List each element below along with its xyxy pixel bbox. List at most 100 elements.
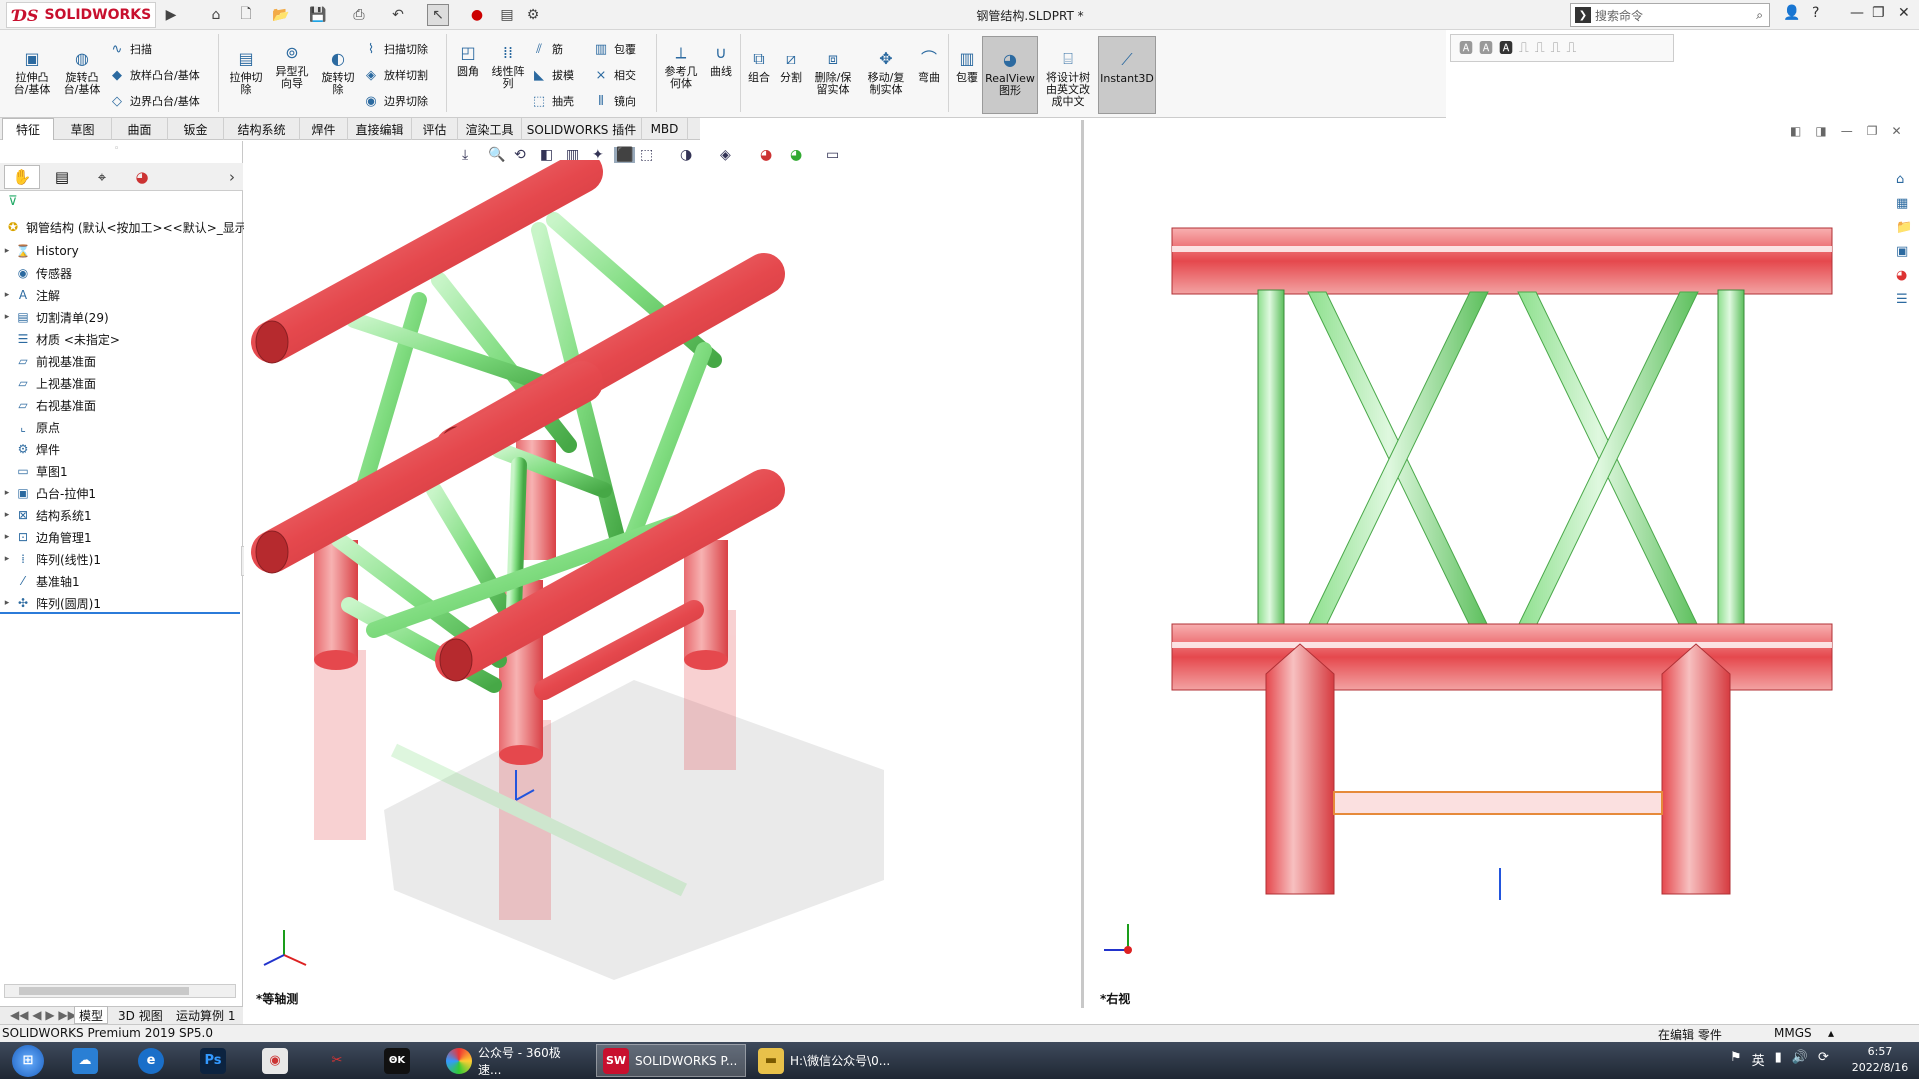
tab-solidworks-addins[interactable]: SOLIDWORKS 插件 xyxy=(522,118,642,140)
tab-features[interactable]: 特征 xyxy=(2,118,54,140)
units-dropdown-icon[interactable]: ▴ xyxy=(1828,1026,1834,1040)
tree-item[interactable]: ◉ 传感器 xyxy=(0,262,72,284)
viewport-splitter[interactable] xyxy=(1081,120,1084,1008)
tree-item[interactable]: ▸ ✣ 阵列(圆周)1 xyxy=(0,592,101,614)
shell-button[interactable]: ⬚ 抽壳 xyxy=(530,90,574,112)
taskbar-app[interactable]: Ps xyxy=(194,1044,232,1077)
loft-button[interactable]: ◆ 放样凸台/基体 xyxy=(108,64,200,86)
home-icon[interactable]: ⌂ xyxy=(205,4,227,26)
flex-button[interactable]: ⌒ 弯曲 xyxy=(914,48,944,84)
rib-button[interactable]: ⫽ 筋 xyxy=(530,38,563,60)
linear-pattern-button[interactable]: ⁞⁞ 线性阵 列 xyxy=(488,42,528,90)
tree-item[interactable]: ⌞ 原点 xyxy=(0,416,60,438)
expand-arrow-icon[interactable]: ▸ xyxy=(0,246,14,256)
geometric-tolerance-icon[interactable]: ⎍ xyxy=(1566,40,1576,56)
tree-item[interactable]: ▸ ▣ 凸台-拉伸1 xyxy=(0,482,96,504)
save-icon[interactable]: 💾 xyxy=(307,4,329,26)
tab-sheet-metal[interactable]: 钣金 xyxy=(168,118,224,140)
instant3d-button[interactable]: ⟋ Instant3D xyxy=(1098,36,1156,114)
solidworks-logo[interactable]: ƊS SOLIDWORKS xyxy=(6,2,156,28)
tree-item[interactable]: ▱ 上视基准面 xyxy=(0,372,96,394)
menu-expand-icon[interactable]: ▶ xyxy=(160,4,182,26)
user-icon[interactable]: 👤 xyxy=(1783,5,1800,21)
leg-left[interactable] xyxy=(1265,643,1335,895)
minimize-button[interactable]: — xyxy=(1850,5,1864,21)
move-copy-body-button[interactable]: ✥ 移动/复 制实体 xyxy=(860,48,912,96)
tab-structure-system[interactable]: 结构系统 xyxy=(224,118,300,140)
start-button[interactable]: ⊞ xyxy=(6,1044,50,1077)
undo-icon[interactable]: ↶ xyxy=(387,4,409,26)
search-icon[interactable]: ⌕ xyxy=(1756,8,1763,23)
panel-grip[interactable]: ◦ xyxy=(114,144,119,154)
taskbar-app[interactable]: ΘK xyxy=(378,1044,416,1077)
extrude-cut-button[interactable]: ▤ 拉伸切 除 xyxy=(224,48,268,96)
appearance-tab-icon[interactable]: ◕ xyxy=(124,165,160,189)
extrude-boss-button[interactable]: ▣ 拉伸凸 台/基体 xyxy=(8,48,56,96)
prev-view-icon[interactable]: ◧ xyxy=(1790,124,1801,138)
text-icon[interactable]: 🅰 xyxy=(1499,38,1513,58)
split-button[interactable]: ⧄ 分割 xyxy=(776,48,806,84)
appearances-icon[interactable]: ◕ xyxy=(1896,268,1907,283)
tree-item[interactable]: ▸ ⊠ 结构系统1 xyxy=(0,504,92,526)
close-button[interactable]: ✕ xyxy=(1898,5,1910,21)
tab-motion-study[interactable]: 运动算例 1 xyxy=(172,1006,239,1024)
tree-root[interactable]: ✪ 钢管结构 (默认<按加工><<默认>_显示 xyxy=(4,216,247,238)
expand-arrow-icon[interactable]: ▸ xyxy=(0,532,14,542)
taskbar-app-active[interactable]: SW SOLIDWORKS P... xyxy=(596,1044,746,1077)
tab-weldments[interactable]: 焊件 xyxy=(300,118,348,140)
tab-3d-views[interactable]: 3D 视图 xyxy=(114,1006,167,1024)
clock[interactable]: 6:57 2022/8/16 xyxy=(1846,1044,1914,1076)
taskbar-app[interactable]: ☁ xyxy=(66,1044,104,1077)
realview-button[interactable]: ◕ RealView 图形 xyxy=(982,36,1038,114)
help-icon[interactable]: ? xyxy=(1812,5,1819,21)
restore-button[interactable]: ❐ xyxy=(1872,5,1885,21)
tree-item[interactable]: ☰ 材质 <未指定> xyxy=(0,328,120,350)
revolve-boss-button[interactable]: ◍ 旋转凸 台/基体 xyxy=(58,48,106,96)
sweep-button[interactable]: ∿ 扫描 xyxy=(108,38,152,60)
scrollbar-thumb[interactable] xyxy=(19,987,189,995)
wrap-small-button[interactable]: ▥ 包覆 xyxy=(592,38,636,60)
property-manager-tab-icon[interactable]: ▤ xyxy=(44,165,80,189)
datum-icon[interactable]: ⎍ xyxy=(1551,40,1561,56)
expand-arrow-icon[interactable]: ▸ xyxy=(0,290,14,300)
surface-finish-icon[interactable]: ⎍ xyxy=(1519,40,1529,56)
x-braces[interactable] xyxy=(1307,291,1699,627)
taskbar-app[interactable]: ✂ xyxy=(318,1044,356,1077)
boundary-boss-button[interactable]: ◇ 边界凸台/基体 xyxy=(108,90,200,112)
open-icon[interactable]: 📂 xyxy=(270,4,292,26)
volume-icon[interactable]: 🔊 xyxy=(1792,1050,1808,1069)
delete-keep-body-button[interactable]: ⧈ 删除/保 留实体 xyxy=(808,48,858,96)
tube-leg[interactable] xyxy=(684,540,728,660)
taskbar-app[interactable]: ▬ H:\微信公众号\0... xyxy=(752,1044,902,1077)
top-horizontal-tube[interactable] xyxy=(1171,227,1833,295)
isometric-view[interactable] xyxy=(244,160,1080,1006)
search-input[interactable]: ❯ 搜索命令 ⌕ xyxy=(1570,3,1770,27)
file-properties-icon[interactable]: ▤ xyxy=(496,4,518,26)
right-view[interactable] xyxy=(1088,160,1888,1006)
tab-mbd[interactable]: MBD xyxy=(642,118,688,140)
tree-item[interactable]: ▸ ⊡ 边角管理1 xyxy=(0,526,92,548)
balloon-icon[interactable]: 🅰 xyxy=(1479,38,1493,58)
unit-system[interactable]: MMGS xyxy=(1774,1026,1812,1040)
next-view-icon[interactable]: ◨ xyxy=(1815,124,1826,138)
tree-item[interactable]: ▱ 右视基准面 xyxy=(0,394,96,416)
tree-item[interactable]: ▱ 前视基准面 xyxy=(0,350,96,372)
windows-flag-icon[interactable]: ⚑ xyxy=(1730,1050,1742,1069)
curves-button[interactable]: ∪ 曲线 xyxy=(704,42,738,78)
sync-icon[interactable]: ⟳ xyxy=(1818,1050,1829,1069)
draft-button[interactable]: ◣ 拔模 xyxy=(530,64,574,86)
fillet-button[interactable]: ◰ 圆角 xyxy=(450,42,486,78)
taskbar-app[interactable]: e xyxy=(132,1044,170,1077)
new-icon[interactable]: 🗋 xyxy=(235,4,257,26)
configuration-manager-tab-icon[interactable]: ⌖ xyxy=(84,165,120,189)
view-palette-icon[interactable]: ▣ xyxy=(1896,244,1908,259)
weld-symbol-icon[interactable]: ⎍ xyxy=(1535,40,1545,56)
lower-crossbar[interactable] xyxy=(1333,791,1663,815)
reference-geometry-button[interactable]: ⟂ 参考几 何体 xyxy=(660,42,702,90)
expand-arrow-icon[interactable]: ▸ xyxy=(0,554,14,564)
wifi-icon[interactable]: ▮ xyxy=(1775,1050,1782,1069)
select-icon[interactable]: ↖ xyxy=(427,4,449,26)
wrap-button[interactable]: ▥ 包覆 xyxy=(952,48,982,84)
green-post[interactable] xyxy=(1717,289,1745,627)
print-icon[interactable]: ⎙ xyxy=(348,4,370,26)
